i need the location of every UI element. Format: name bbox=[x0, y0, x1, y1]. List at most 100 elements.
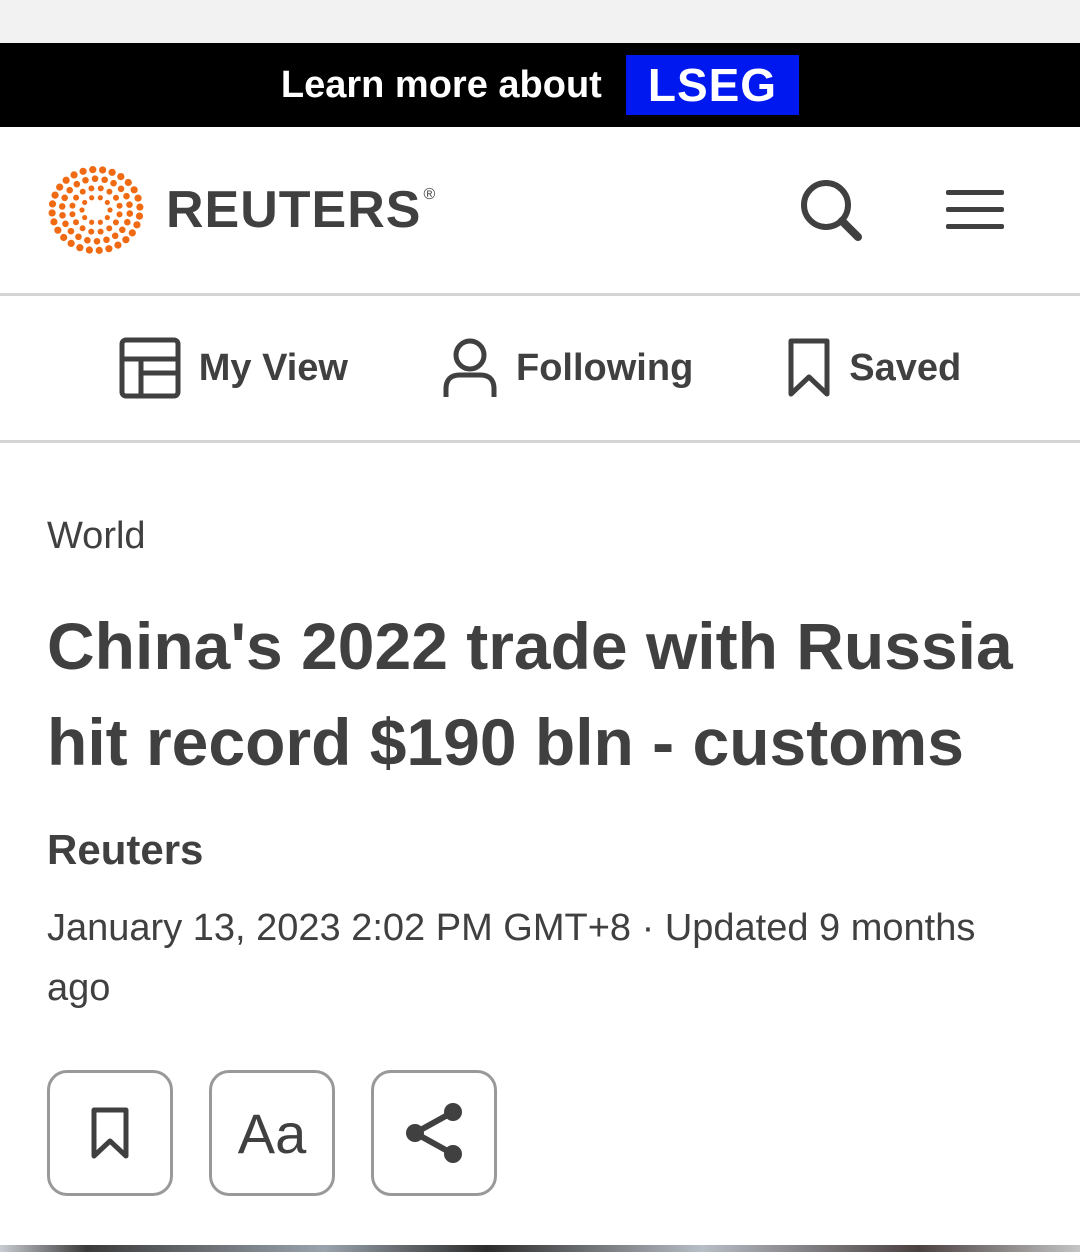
logo-dot bbox=[93, 237, 101, 245]
logo-dot bbox=[76, 244, 84, 252]
logo-dot bbox=[79, 188, 86, 195]
logo-dot bbox=[126, 201, 133, 208]
logo-dot bbox=[134, 194, 142, 202]
article: World China's 2022 trade with Russia hit… bbox=[0, 443, 1080, 1196]
logo-dot bbox=[103, 236, 110, 244]
logo-dot bbox=[54, 226, 62, 234]
logo-dot bbox=[82, 199, 88, 206]
share-button[interactable] bbox=[371, 1070, 497, 1196]
logo-dot bbox=[75, 233, 82, 241]
logo-dot bbox=[110, 179, 117, 187]
tab-saved[interactable]: Saved bbox=[787, 337, 961, 399]
reuters-logo[interactable]: REUTERS ® bbox=[46, 164, 436, 256]
logo-text: REUTERS ® bbox=[166, 181, 437, 239]
article-actions: Aa bbox=[47, 1070, 1034, 1196]
logo-dot bbox=[48, 209, 56, 217]
logo-dot bbox=[67, 239, 75, 248]
headline: China's 2022 trade with Russia hit recor… bbox=[47, 609, 1013, 779]
tab-my-view[interactable]: My View bbox=[119, 337, 348, 399]
logo-dot bbox=[136, 203, 144, 211]
logo-dot bbox=[84, 236, 91, 244]
logo-dot bbox=[73, 180, 81, 188]
logo-dot bbox=[60, 233, 68, 242]
logo-dot bbox=[108, 168, 116, 176]
logo-dot bbox=[79, 207, 85, 213]
logo-dot bbox=[124, 218, 131, 226]
logo-dot bbox=[89, 219, 95, 225]
logo-dot bbox=[61, 194, 68, 202]
share-icon bbox=[406, 1103, 462, 1163]
logo-dot bbox=[123, 192, 130, 200]
logo-dot bbox=[113, 194, 119, 201]
logo-dot bbox=[106, 225, 113, 232]
logo-dot bbox=[116, 202, 123, 209]
logo-dot bbox=[82, 214, 88, 221]
logo-dot bbox=[116, 211, 123, 218]
logo-dot bbox=[126, 210, 134, 217]
logo-dot bbox=[50, 218, 58, 226]
logo-dot bbox=[97, 219, 103, 225]
text-size-button[interactable]: Aa bbox=[209, 1070, 335, 1196]
logo-dot bbox=[62, 176, 70, 184]
tab-label: Saved bbox=[849, 346, 962, 389]
promo-badge: LSEG bbox=[625, 55, 800, 115]
logo-dot bbox=[73, 219, 79, 226]
logo-dot bbox=[66, 186, 73, 194]
logo-dot bbox=[111, 232, 119, 240]
logo-dot bbox=[69, 202, 76, 209]
dateline: January 13, 2023 2:02 PM GMT+8 · Updated… bbox=[47, 907, 976, 1009]
logo-dot bbox=[88, 185, 95, 192]
logo-dot bbox=[107, 207, 113, 213]
logo-dot bbox=[117, 172, 125, 181]
lead-image bbox=[0, 1245, 1080, 1252]
logo-dot bbox=[117, 185, 125, 193]
logo-dot bbox=[70, 171, 78, 179]
logo-dot bbox=[48, 200, 57, 208]
logo-dot bbox=[95, 246, 103, 254]
promo-text: Learn more about bbox=[280, 63, 602, 106]
save-article-button[interactable] bbox=[47, 1070, 173, 1196]
logo-dot bbox=[67, 227, 75, 235]
hamburger-menu-icon bbox=[946, 190, 1004, 229]
logo-dot bbox=[135, 212, 144, 220]
promo-banner[interactable]: Learn more about LSEG bbox=[0, 43, 1080, 127]
bookmark-icon bbox=[788, 338, 830, 397]
logo-dot bbox=[51, 191, 59, 199]
logo-dot bbox=[73, 194, 80, 201]
logo-dot bbox=[97, 228, 104, 235]
section-link[interactable]: World bbox=[47, 515, 1034, 558]
logo-dot bbox=[105, 245, 113, 253]
site-header: REUTERS ® bbox=[0, 127, 1080, 296]
logo-dot bbox=[101, 176, 108, 184]
logo-dot bbox=[59, 212, 66, 219]
reuters-logo-icon bbox=[48, 166, 144, 254]
logo-dot bbox=[82, 176, 89, 184]
logo-dot bbox=[112, 219, 119, 226]
tab-following[interactable]: Following bbox=[442, 337, 693, 399]
logo-dot bbox=[106, 188, 113, 195]
logo-dot bbox=[99, 166, 107, 174]
logo-dot bbox=[88, 228, 95, 235]
search-icon bbox=[801, 180, 862, 241]
menu-button[interactable] bbox=[946, 188, 1004, 232]
logo-dot bbox=[119, 226, 126, 234]
logo-dot bbox=[89, 166, 97, 174]
logo-dot bbox=[114, 241, 122, 249]
nav-tabs: My View Following Saved bbox=[0, 296, 1080, 443]
tab-label: Following bbox=[516, 346, 694, 389]
logo-dot bbox=[79, 167, 87, 175]
logo-dot bbox=[104, 199, 110, 206]
logo-dot bbox=[130, 186, 138, 194]
logo-dot bbox=[133, 221, 141, 229]
logo-dot bbox=[56, 183, 64, 191]
logo-dot bbox=[69, 211, 76, 218]
logo-dot bbox=[97, 185, 104, 192]
logo-dot bbox=[104, 214, 110, 221]
logo-dot bbox=[89, 195, 95, 201]
logo-dot bbox=[62, 220, 69, 228]
author-byline[interactable]: Reuters bbox=[47, 826, 1034, 874]
logo-dot bbox=[122, 236, 130, 244]
logo-dot bbox=[124, 178, 132, 187]
search-button[interactable] bbox=[798, 177, 864, 243]
logo-dot bbox=[97, 195, 103, 201]
